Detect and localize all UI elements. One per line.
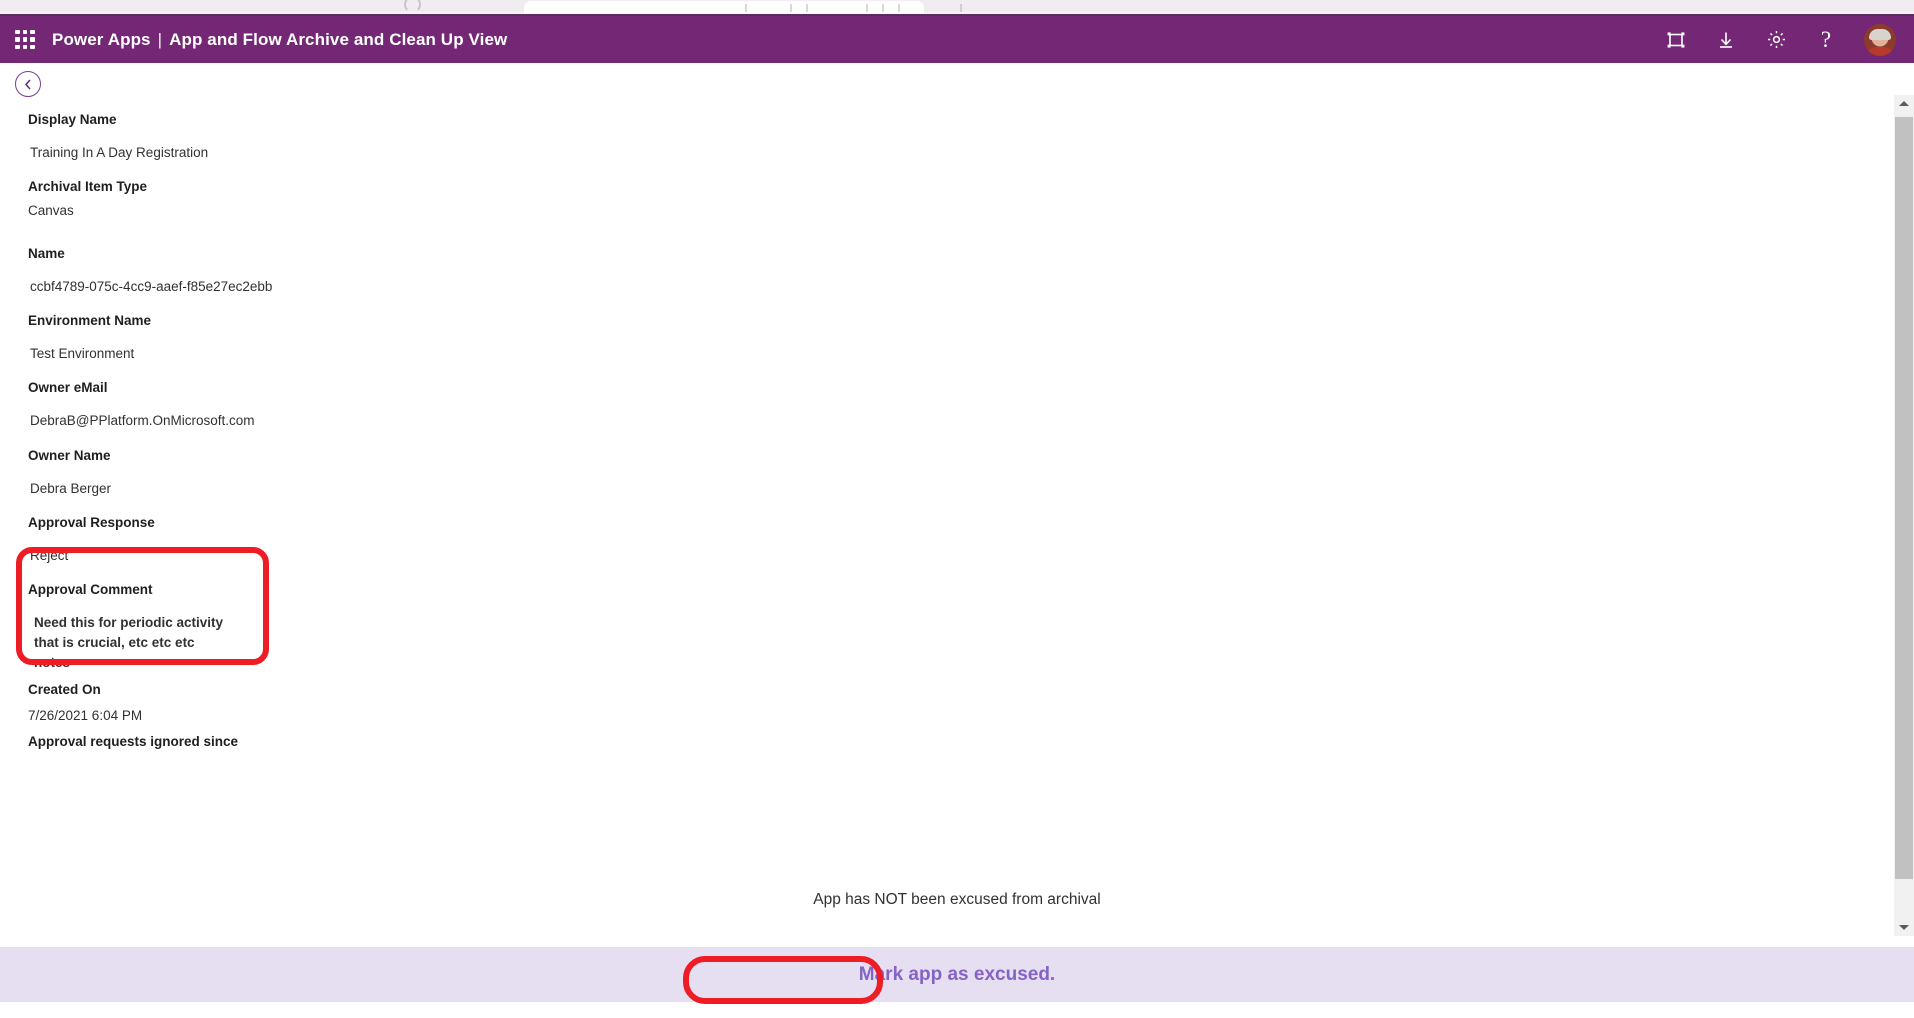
field-label: Approval Comment (28, 582, 153, 597)
vertical-scrollbar[interactable] (1894, 95, 1914, 936)
help-glyph: ? (1820, 27, 1832, 52)
field-approval-response: Approval Response Reject (28, 514, 155, 565)
field-name: Name ccbf4789-075c-4cc9-aaef-f85e27ec2eb… (28, 245, 272, 296)
gear-icon[interactable] (1764, 28, 1788, 52)
mark-app-as-excused-button[interactable]: Mark app as excused. (0, 947, 1914, 1002)
field-value: DebraB@PPlatform.OnMicrosoft.com (30, 413, 255, 428)
field-approval-requests-ignored-since: Approval requests ignored since (28, 733, 238, 758)
app-screen: Power Apps | App and Flow Archive and Clea… (0, 0, 1914, 1018)
field-value: Canvas (28, 203, 74, 218)
field-value: Reject (30, 548, 69, 563)
browser-tabstrip (0, 0, 1914, 12)
app-launcher-icon[interactable] (12, 27, 38, 53)
field-value: ccbf4789-075c-4cc9-aaef-f85e27ec2ebb (30, 279, 273, 294)
page-title: App and Flow Archive and Clean Up View (169, 29, 508, 49)
field-value: Training In A Day Registration (30, 145, 209, 160)
brand-separator: | (157, 29, 163, 49)
download-icon[interactable] (1714, 28, 1738, 52)
field-environment-name: Environment Name Test Environment (28, 312, 151, 363)
field-created-on: Created On 7/26/2021 6:04 PM (28, 681, 142, 725)
bottom-action-bar: Mark app as excused. (0, 947, 1914, 1002)
field-approval-comment: Approval Comment Need this for periodic … (28, 581, 230, 673)
field-label: Archival Item Type (28, 179, 148, 194)
scroll-up-icon[interactable] (1894, 95, 1914, 112)
excused-status-text: App has NOT been excused from archival (813, 891, 1101, 908)
field-label: Display Name (28, 112, 117, 127)
field-label: Created On (28, 682, 101, 697)
field-owner-name: Owner Name Debra Berger (28, 447, 111, 498)
brand-product: Power Apps (52, 29, 151, 49)
field-display-name: Display Name Training In A Day Registrat… (28, 111, 208, 162)
help-icon[interactable]: ? (1814, 28, 1838, 52)
field-value: Need this for periodic activity that is … (34, 615, 224, 670)
field-value: Debra Berger (30, 481, 112, 496)
back-button[interactable] (15, 71, 41, 97)
chevron-left-icon (24, 79, 31, 89)
field-label: Name (28, 246, 65, 261)
header-actions: ? (1664, 23, 1914, 56)
scroll-down-icon[interactable] (1894, 919, 1914, 936)
form-canvas: Display Name Training In A Day Registrat… (0, 63, 1914, 953)
field-owner-email: Owner eMail DebraB@PPlatform.OnMicrosoft… (28, 379, 255, 430)
fullscreen-icon[interactable] (1664, 28, 1688, 52)
field-label: Owner eMail (28, 380, 108, 395)
browser-chrome-sliver (0, 0, 1914, 16)
field-value: 7/26/2021 6:04 PM (28, 708, 143, 723)
field-label: Environment Name (28, 313, 152, 328)
field-archival-item-type: Archival Item Type Canvas (28, 178, 147, 220)
scrollbar-thumb[interactable] (1895, 117, 1913, 879)
field-label: Approval Response (28, 515, 155, 530)
brand-title: Power Apps | App and Flow Archive and Clea… (52, 30, 507, 50)
field-label: Owner Name (28, 448, 111, 463)
user-avatar[interactable] (1864, 23, 1896, 56)
field-value: Test Environment (30, 346, 135, 361)
app-header: Power Apps | App and Flow Archive and Clea… (0, 16, 1914, 63)
field-label: Approval requests ignored since (28, 734, 239, 749)
